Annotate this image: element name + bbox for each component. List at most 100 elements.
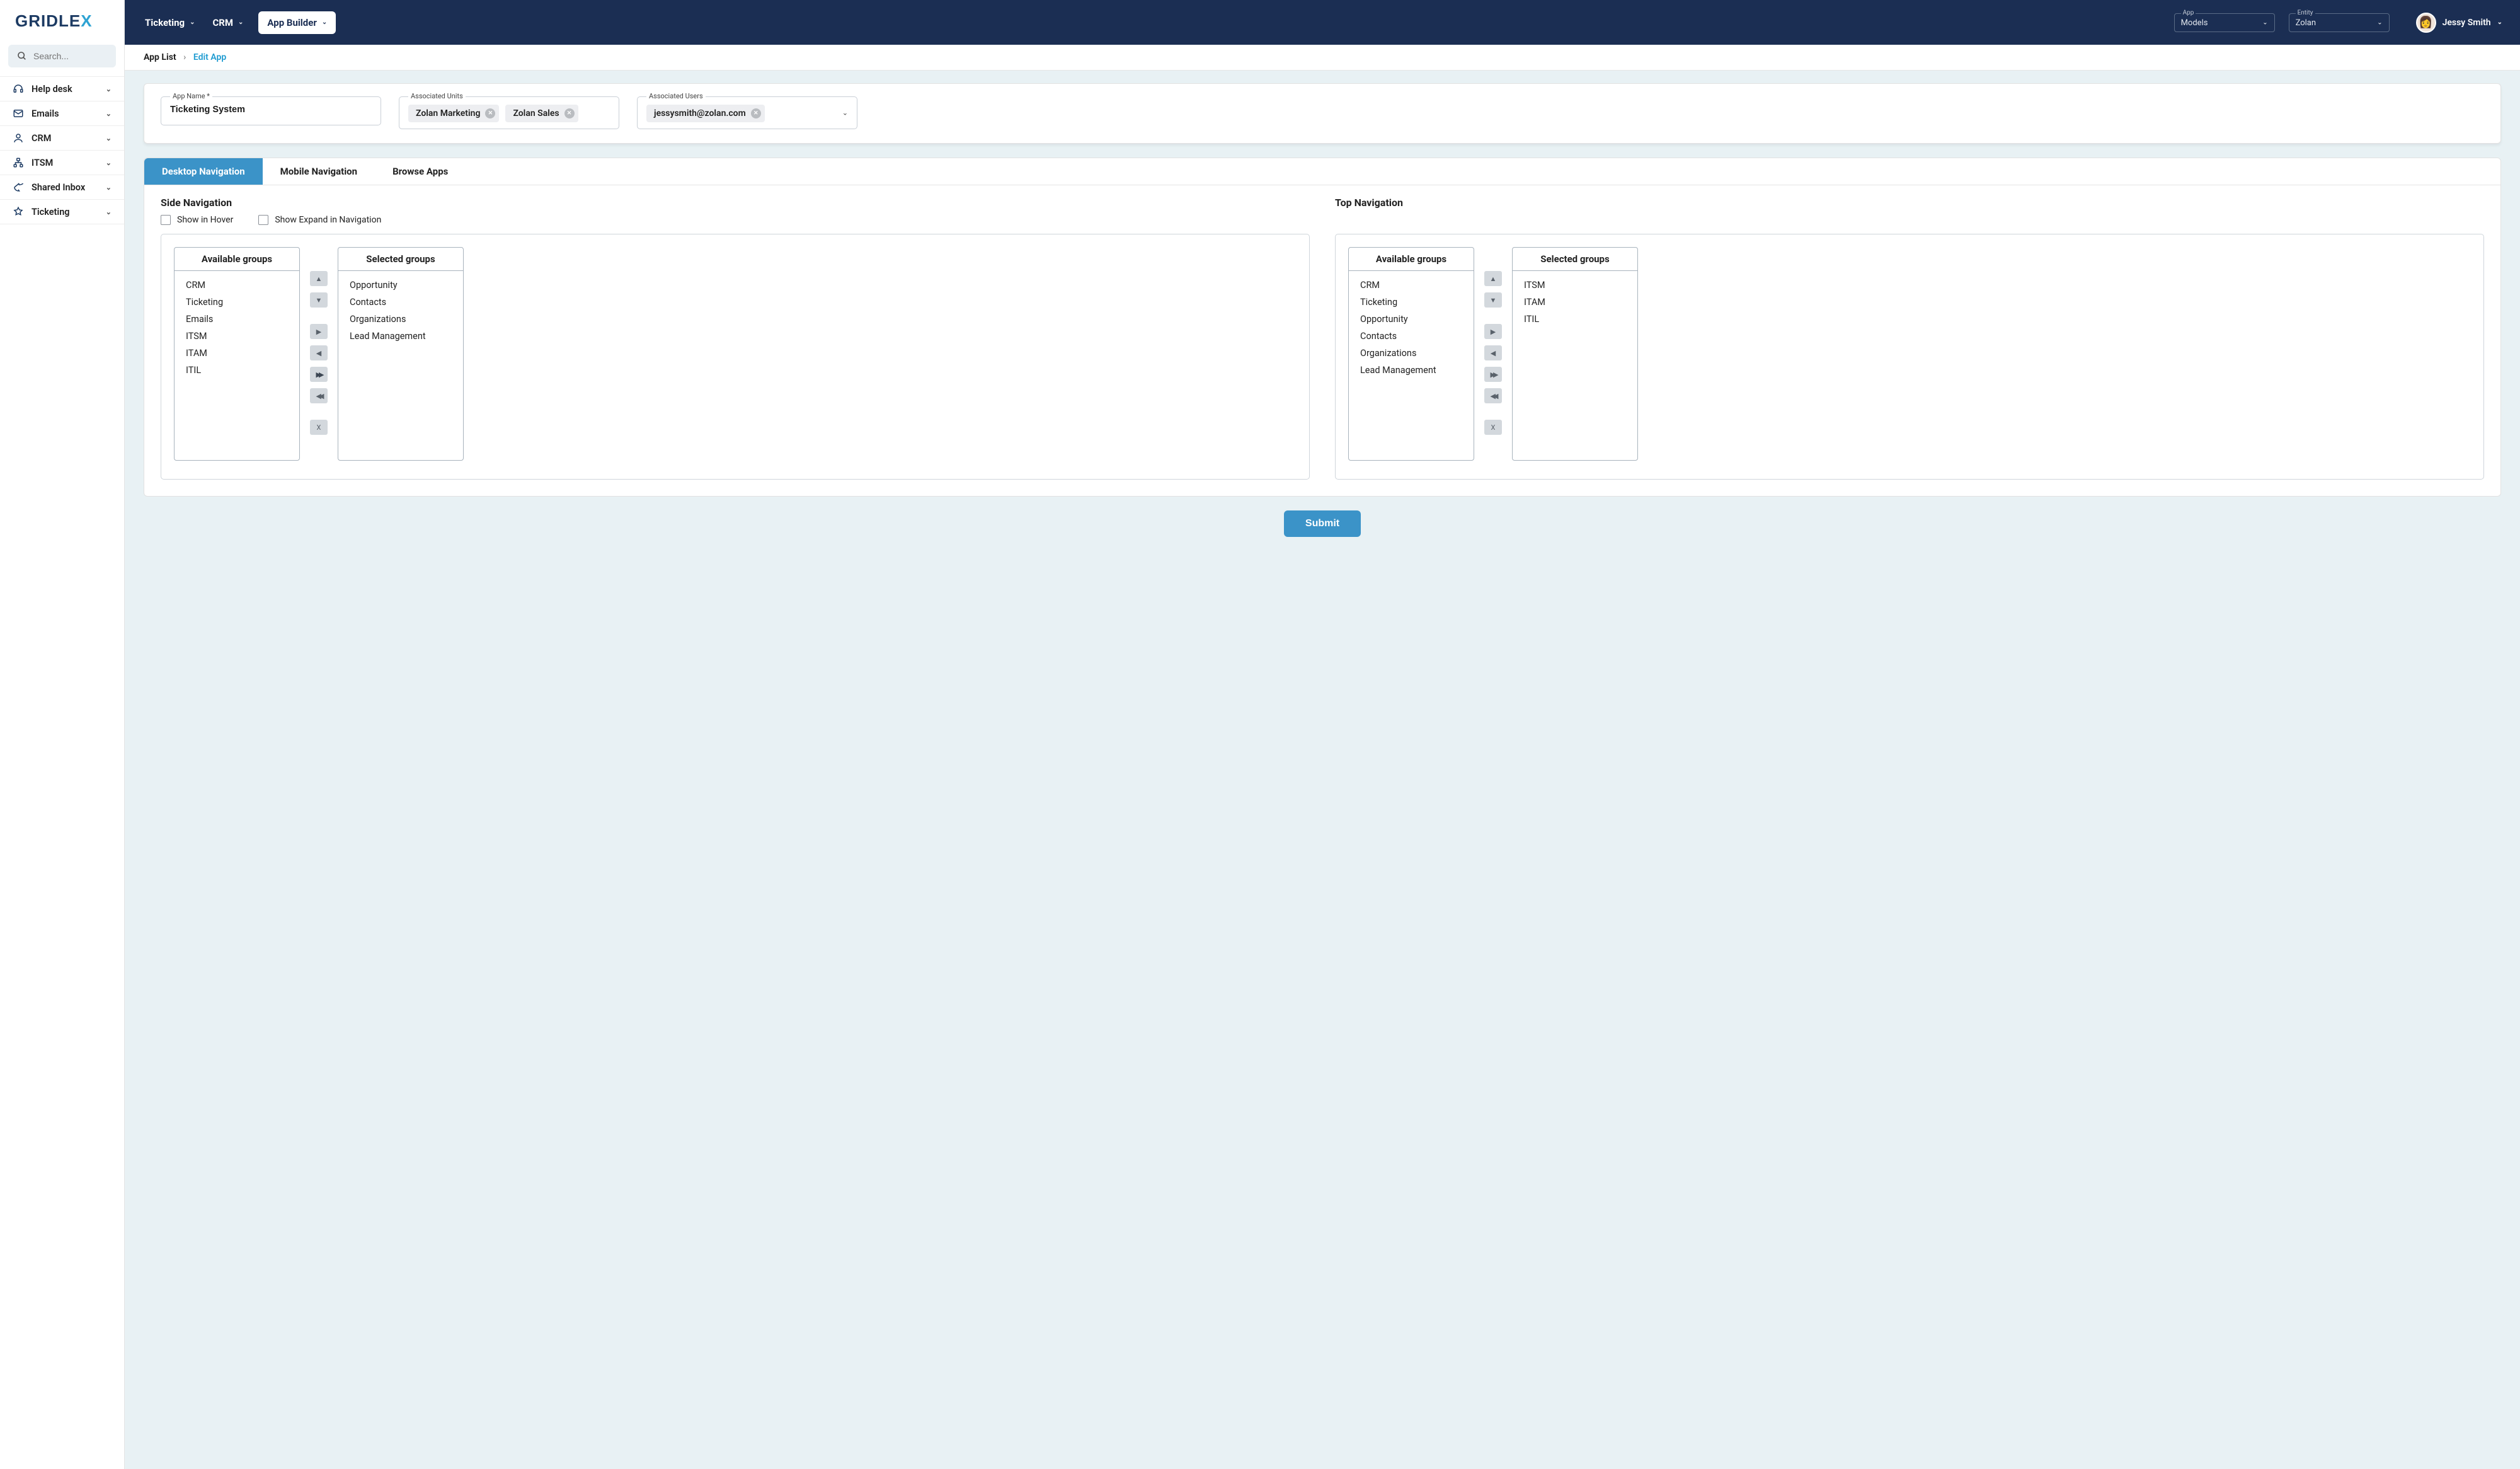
associated-units-field[interactable]: Associated Units Zolan Marketing ✕ Zolan… [399, 96, 619, 129]
show-expand-checkbox[interactable]: Show Expand in Navigation [258, 215, 381, 225]
list-item[interactable]: Organizations [1360, 348, 1462, 359]
mail-icon [13, 108, 24, 119]
topmenu-label: CRM [212, 17, 233, 28]
chevron-down-icon[interactable]: ⌄ [842, 109, 848, 117]
sidebar-item-shared-inbox[interactable]: Shared Inbox ⌄ [0, 175, 124, 200]
list-item[interactable]: Contacts [350, 297, 452, 308]
list-item[interactable]: Emails [186, 314, 288, 325]
move-up-button[interactable]: ▲ [1484, 271, 1502, 286]
logo-text-2: X [81, 11, 92, 30]
list-item[interactable]: ITAM [1524, 297, 1626, 308]
search-box[interactable] [8, 45, 116, 67]
chip-label: Zolan Marketing [416, 108, 480, 118]
list-item[interactable]: Ticketing [1360, 297, 1462, 308]
move-left-button[interactable]: ◀ [1484, 345, 1502, 360]
list-item[interactable]: Contacts [1360, 331, 1462, 342]
entity-select[interactable]: Entity Zolan ⌄ [2289, 13, 2390, 32]
selected-groups-box: Selected groups Opportunity Contacts Org… [338, 247, 464, 461]
selected-groups-box: Selected groups ITSM ITAM ITIL [1512, 247, 1638, 461]
associated-users-field[interactable]: Associated Users jessysmith@zolan.com ✕ … [637, 96, 857, 129]
show-in-hover-checkbox[interactable]: Show in Hover [161, 215, 233, 225]
sidebar-item-itsm[interactable]: ITSM ⌄ [0, 151, 124, 175]
topmenu-app-builder[interactable]: App Builder ⌄ [258, 11, 336, 34]
logo: GRIDLEX [0, 0, 124, 38]
list-item[interactable]: ITIL [186, 365, 288, 376]
breadcrumb-root[interactable]: App List [144, 52, 176, 62]
app-select-value: Models [2181, 18, 2208, 28]
user-chip: jessysmith@zolan.com ✕ [646, 105, 765, 122]
associated-users-label: Associated Users [646, 92, 706, 100]
tab-browse-apps[interactable]: Browse Apps [375, 158, 466, 185]
move-right-button[interactable]: ▶ [1484, 324, 1502, 339]
clear-button[interactable]: X [1484, 420, 1502, 435]
sidebar-item-help-desk[interactable]: Help desk ⌄ [0, 76, 124, 101]
app-select[interactable]: App Models ⌄ [2174, 13, 2275, 32]
section-title: Top Navigation [1335, 197, 2484, 209]
navigation-builder-card: Desktop Navigation Mobile Navigation Bro… [144, 158, 2501, 497]
search-input[interactable] [33, 51, 107, 61]
nav-tabs: Desktop Navigation Mobile Navigation Bro… [144, 158, 2500, 185]
list-item[interactable]: CRM [186, 280, 288, 291]
move-all-right-button[interactable]: ▶▶ [1484, 367, 1502, 382]
topmenu-crm[interactable]: CRM ⌄ [210, 13, 246, 32]
sidebar-item-label: Shared Inbox [32, 182, 85, 193]
app-name-field[interactable]: App Name * [161, 96, 381, 125]
remove-chip-icon[interactable]: ✕ [485, 108, 495, 118]
move-left-button[interactable]: ◀ [310, 345, 328, 360]
list-item[interactable]: ITIL [1524, 314, 1626, 325]
list-item[interactable]: CRM [1360, 280, 1462, 291]
chevron-down-icon: ⌄ [2262, 19, 2267, 26]
available-groups-box: Available groups CRM Ticketing Emails IT… [174, 247, 300, 461]
chevron-down-icon: ⌄ [106, 134, 112, 142]
move-down-button[interactable]: ▼ [310, 292, 328, 308]
transfer-controls: ▲ ▼ ▶ ◀ ▶▶ ◀◀ X [310, 271, 328, 435]
list-item[interactable]: Ticketing [186, 297, 288, 308]
available-groups-header: Available groups [175, 248, 299, 271]
move-all-right-button[interactable]: ▶▶ [310, 367, 328, 382]
share-icon [13, 181, 24, 193]
list-item[interactable]: Opportunity [1360, 314, 1462, 325]
sidebar-item-emails[interactable]: Emails ⌄ [0, 101, 124, 126]
move-all-left-button[interactable]: ◀◀ [310, 388, 328, 403]
chevron-down-icon: ⌄ [106, 110, 112, 118]
search-icon [17, 51, 27, 61]
chevron-down-icon: ⌄ [106, 183, 112, 192]
move-right-button[interactable]: ▶ [310, 324, 328, 339]
entity-select-value: Zolan [2296, 18, 2316, 28]
list-item[interactable]: Organizations [350, 314, 452, 325]
list-item[interactable]: ITSM [186, 331, 288, 342]
side-nav-dual-list: Available groups CRM Ticketing Emails IT… [161, 234, 1310, 480]
checkbox-label: Show Expand in Navigation [275, 215, 381, 225]
list-item[interactable]: ITSM [1524, 280, 1626, 291]
app-form-card: App Name * Associated Units Zolan Market… [144, 83, 2501, 144]
chevron-down-icon: ⌄ [106, 159, 112, 167]
associated-units-label: Associated Units [408, 92, 466, 100]
tab-mobile-navigation[interactable]: Mobile Navigation [263, 158, 375, 185]
topmenu-ticketing[interactable]: Ticketing ⌄ [142, 13, 197, 32]
topbar: Ticketing ⌄ CRM ⌄ App Builder ⌄ App Mode… [125, 0, 2520, 45]
user-name: Jessy Smith [2443, 18, 2491, 28]
remove-chip-icon[interactable]: ✕ [564, 108, 575, 118]
sidebar-item-ticketing[interactable]: Ticketing ⌄ [0, 200, 124, 224]
list-item[interactable]: Lead Management [1360, 365, 1462, 376]
breadcrumb-current: Edit App [193, 52, 226, 62]
breadcrumb: App List › Edit App [125, 45, 2520, 71]
remove-chip-icon[interactable]: ✕ [751, 108, 761, 118]
user-menu[interactable]: 👩 Jessy Smith ⌄ [2416, 13, 2502, 33]
move-all-left-button[interactable]: ◀◀ [1484, 388, 1502, 403]
submit-button[interactable]: Submit [1284, 510, 1361, 537]
sidebar-item-crm[interactable]: CRM ⌄ [0, 126, 124, 151]
selected-groups-header: Selected groups [1513, 248, 1637, 271]
list-item[interactable]: Opportunity [350, 280, 452, 291]
tab-desktop-navigation[interactable]: Desktop Navigation [144, 158, 263, 185]
move-up-button[interactable]: ▲ [310, 271, 328, 286]
sidebar-item-label: ITSM [32, 158, 53, 168]
sidebar-item-label: CRM [32, 133, 51, 144]
checkbox-icon [161, 215, 171, 225]
app-name-input[interactable] [170, 105, 372, 115]
list-item[interactable]: Lead Management [350, 331, 452, 342]
clear-button[interactable]: X [310, 420, 328, 435]
list-item[interactable]: ITAM [186, 348, 288, 359]
breadcrumb-separator: › [183, 52, 186, 62]
move-down-button[interactable]: ▼ [1484, 292, 1502, 308]
